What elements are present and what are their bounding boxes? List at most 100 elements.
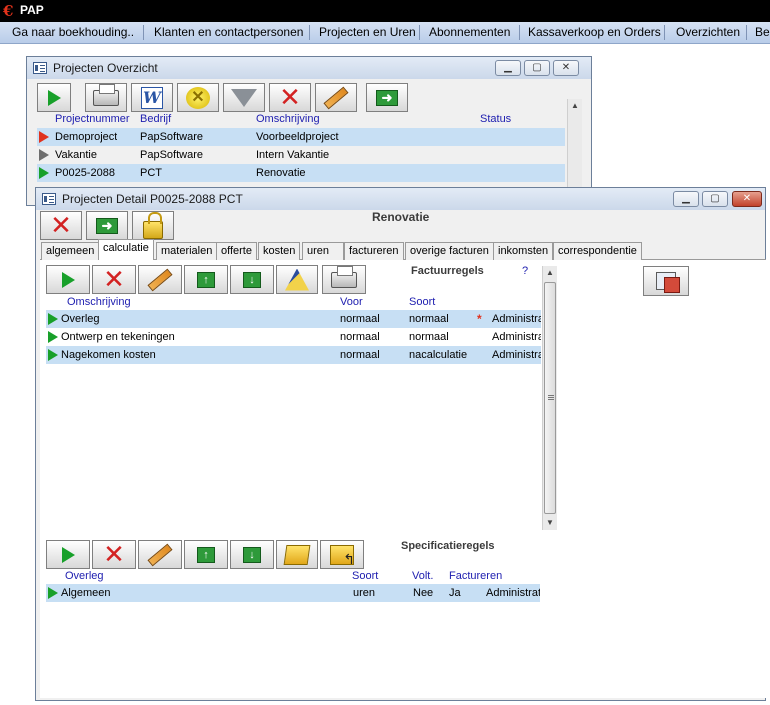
minimize-button[interactable]: ▁ (673, 191, 699, 207)
tools-button[interactable]: ✕ (177, 83, 219, 112)
col-status[interactable]: Status (480, 113, 511, 125)
col-overleg[interactable]: Overleg (65, 570, 104, 582)
tab-uren[interactable]: uren (302, 242, 344, 260)
delete-project-button[interactable]: ✕ (40, 211, 82, 240)
arrow-up-icon: ↑ (197, 546, 215, 563)
scroll-thumb[interactable] (544, 282, 556, 514)
move-up-button[interactable]: ↑ (184, 265, 228, 294)
edit-specificatie-button[interactable] (138, 540, 182, 569)
delete-button[interactable]: ✕ (269, 83, 311, 112)
col-volt[interactable]: Volt. (412, 570, 433, 582)
copy-document-button[interactable] (643, 266, 689, 296)
tab-calculatie[interactable]: calculatie (98, 239, 154, 260)
table-row[interactable]: Overleg normaal normaal * Administra (46, 310, 541, 328)
menu-overzichten[interactable]: Overzichten (676, 25, 740, 39)
word-button[interactable]: W (131, 83, 173, 112)
exit-detail-button[interactable]: ➜ (86, 211, 128, 240)
cell-omschrijving: Renovatie (256, 167, 306, 179)
minimize-button[interactable]: ▁ (495, 60, 521, 76)
print-button[interactable] (85, 83, 127, 112)
wizard-icon (285, 268, 309, 291)
table-row[interactable]: Ontwerp en tekeningen normaal normaal Ad… (46, 328, 541, 346)
overzicht-title-bar[interactable]: Projecten Overzicht ▁ ▢ ✕ (27, 57, 591, 79)
col-soort[interactable]: Soort (352, 570, 378, 582)
tab-inkomsten[interactable]: inkomsten (493, 242, 554, 260)
close-button[interactable]: ✕ (553, 60, 579, 76)
edit-button[interactable] (315, 83, 357, 112)
filter-button[interactable] (223, 83, 265, 112)
tab-offerte[interactable]: offerte (216, 242, 257, 260)
spec-move-up-button[interactable]: ↑ (184, 540, 228, 569)
col-soort[interactable]: Soort (409, 296, 435, 308)
menu-boekhouding[interactable]: Ga naar boekhouding.. (12, 25, 134, 39)
menu-abonnementen[interactable]: Abonnementen (429, 25, 510, 39)
delete-factuurregel-button[interactable]: ✕ (92, 265, 136, 294)
unpack-button[interactable] (320, 540, 364, 569)
menu-projecten[interactable]: Projecten en Uren (319, 25, 416, 39)
maximize-button[interactable]: ▢ (702, 191, 728, 207)
cell-omschrijving: Ontwerp en tekeningen (61, 331, 175, 343)
row-indicator-icon (39, 167, 49, 179)
col-bedrijf[interactable]: Bedrijf (140, 113, 171, 125)
play-icon (47, 89, 61, 106)
pencil-icon (323, 86, 349, 109)
factuurregels-title: Factuurregels (411, 265, 484, 277)
overzicht-scrollbar[interactable]: ▲ (567, 99, 582, 199)
table-row[interactable]: Algemeen uren Nee Ja Administratie (46, 584, 540, 602)
table-row[interactable]: Demoproject PapSoftware Voorbeeldproject (37, 128, 565, 146)
lock-button[interactable] (132, 211, 174, 240)
exit-icon: ➜ (96, 217, 118, 234)
exit-button[interactable]: ➜ (366, 83, 408, 112)
col-omschrijving[interactable]: Omschrijving (256, 113, 320, 125)
open-factuurregel-button[interactable] (46, 265, 90, 294)
tab-overige-facturen[interactable]: overige facturen (405, 242, 494, 260)
scroll-up-icon[interactable]: ▲ (543, 266, 557, 280)
maximize-button[interactable]: ▢ (524, 60, 550, 76)
tab-algemeen[interactable]: algemeen (41, 242, 100, 260)
delete-icon: ✕ (50, 210, 72, 241)
tab-materialen[interactable]: materialen (156, 242, 218, 260)
wizard-button[interactable] (276, 265, 318, 294)
col-projectnummer[interactable]: Projectnummer (55, 113, 130, 125)
table-row[interactable]: P0025-2088 PCT Renovatie (37, 164, 565, 182)
close-button[interactable]: ✕ (732, 191, 762, 207)
delete-specificatie-button[interactable]: ✕ (92, 540, 136, 569)
scroll-grip (548, 395, 554, 396)
cell-bedrijf: PapSoftware (140, 149, 203, 161)
tab-kosten[interactable]: kosten (258, 242, 301, 260)
cell-bedrijf: PCT (140, 167, 162, 179)
open-button[interactable] (37, 83, 71, 112)
table-row[interactable]: Vakantie PapSoftware Intern Vakantie (37, 146, 565, 164)
move-down-button[interactable]: ↓ (230, 265, 274, 294)
col-voor[interactable]: Voor (340, 296, 363, 308)
menu-kassaverkoop[interactable]: Kassaverkoop en Orders (528, 25, 661, 39)
print-factuurregels-button[interactable] (322, 265, 366, 294)
scroll-up-icon[interactable]: ▲ (568, 99, 582, 113)
pap-logo-icon: € (3, 2, 14, 20)
pencil-icon (147, 543, 173, 566)
menu-beheer[interactable]: Beh (755, 25, 770, 39)
spec-move-down-button[interactable]: ↓ (230, 540, 274, 569)
app-title: PAP (20, 3, 44, 17)
tab-factureren[interactable]: factureren (344, 242, 404, 260)
cell-voor: normaal (340, 349, 380, 361)
cell-soort: uren (353, 587, 376, 599)
cell-projectnummer: P0025-2088 (55, 167, 115, 179)
scroll-down-icon[interactable]: ▼ (543, 516, 557, 530)
filter-icon (231, 88, 257, 107)
printer-icon (331, 265, 357, 288)
document-icon (656, 272, 680, 293)
edit-factuurregel-button[interactable] (138, 265, 182, 294)
add-package-button[interactable] (276, 540, 318, 569)
table-row[interactable]: Nagekomen kosten normaal nacalculatie Ad… (46, 346, 541, 364)
col-omschrijving[interactable]: Omschrijving (67, 296, 131, 308)
col-factureren[interactable]: Factureren (449, 570, 502, 582)
tab-correspondentie[interactable]: correspondentie (553, 242, 642, 260)
row-indicator-icon (48, 331, 58, 343)
open-specificatie-button[interactable] (46, 540, 90, 569)
delete-icon: ✕ (103, 539, 125, 570)
detail-title-bar[interactable]: Projecten Detail P0025-2088 PCT ▁ ▢ ✕ (36, 188, 765, 210)
help-link[interactable]: ? (522, 265, 528, 277)
factuurregels-scrollbar[interactable]: ▲ ▼ (542, 266, 557, 530)
menu-klanten[interactable]: Klanten en contactpersonen (154, 25, 303, 39)
